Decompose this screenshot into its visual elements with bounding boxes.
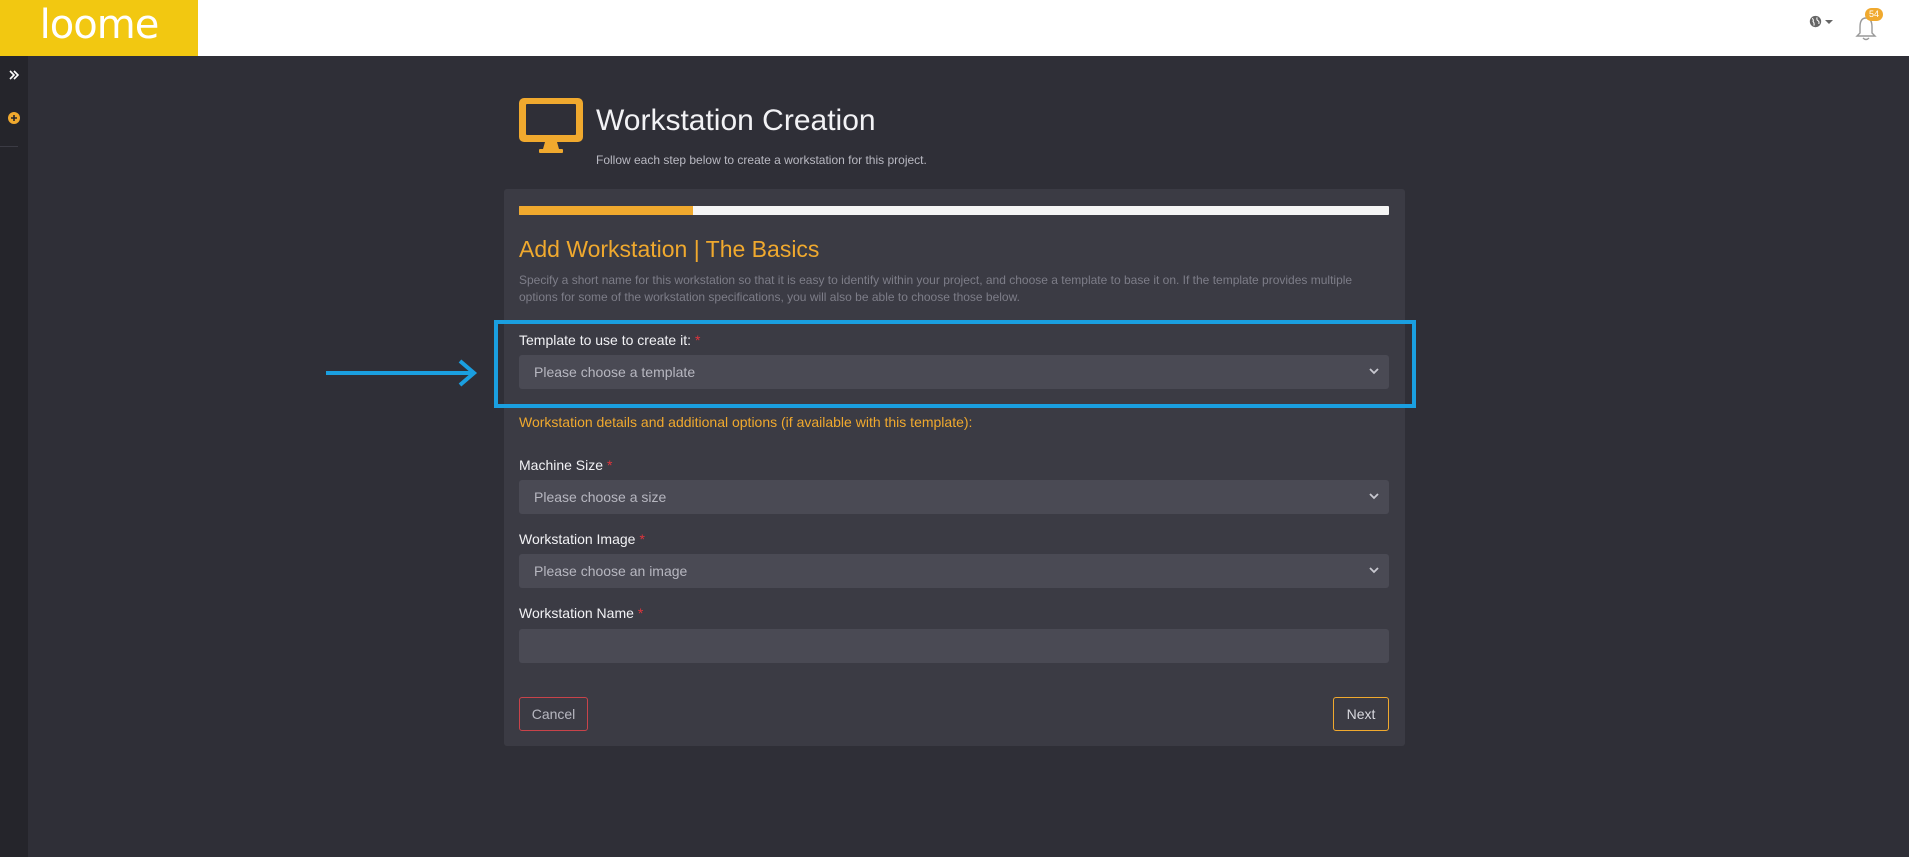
required-marker: * (639, 531, 645, 547)
double-chevron-right-icon (9, 70, 19, 80)
wizard-step-description: Specify a short name for this workstatio… (519, 273, 1353, 304)
language-selector[interactable] (1809, 15, 1833, 28)
machine-size-label-text: Machine Size (519, 457, 604, 473)
wizard-progress-fill (519, 206, 693, 215)
sidebar-expand-button[interactable] (0, 63, 28, 87)
notification-count-badge: 54 (1864, 8, 1883, 21)
caret-down-icon (1825, 19, 1833, 24)
template-field-highlight (494, 320, 1416, 408)
monitor-icon (518, 97, 584, 160)
top-bar: loome 54 (0, 0, 1909, 56)
wizard-step-title: Add Workstation | The Basics (519, 236, 820, 262)
cancel-button[interactable]: Cancel (519, 697, 588, 731)
machine-size-select[interactable]: Please choose a size (519, 480, 1389, 514)
workstation-name-label: Workstation Name * (519, 605, 643, 621)
globe-icon (1809, 15, 1822, 28)
plus-circle-icon (8, 112, 20, 124)
page-subtitle: Follow each step below to create a works… (596, 153, 927, 167)
workstation-image-label: Workstation Image * (519, 531, 645, 547)
notifications-button[interactable]: 54 (1855, 8, 1883, 42)
wizard-card: Add Workstation | The Basics Specify a s… (504, 189, 1405, 746)
required-marker: * (607, 457, 613, 473)
required-marker: * (637, 605, 644, 621)
chevron-down-icon (1369, 493, 1379, 500)
workstation-image-select-placeholder: Please choose an image (534, 563, 688, 579)
workstation-name-input[interactable] (519, 629, 1389, 663)
logo-text: loome (39, 2, 160, 48)
workstation-name-label-text: Workstation Name (519, 605, 634, 621)
machine-size-label: Machine Size * (519, 457, 613, 473)
workstation-details-note: Workstation details and additional optio… (519, 414, 973, 430)
sidebar-add-button[interactable] (0, 106, 28, 130)
loome-logo[interactable]: loome (0, 0, 198, 56)
machine-size-select-placeholder: Please choose a size (534, 489, 667, 505)
next-button[interactable]: Next (1333, 697, 1389, 731)
arrow-right-icon (326, 359, 478, 387)
sidebar (0, 56, 28, 857)
page-title: Workstation Creation (596, 104, 876, 137)
sidebar-divider (0, 146, 18, 147)
workstation-image-label-text: Workstation Image (519, 531, 636, 547)
workstation-image-select[interactable]: Please choose an image (519, 554, 1389, 588)
wizard-progress-bar (519, 206, 1389, 215)
chevron-down-icon (1369, 567, 1379, 574)
